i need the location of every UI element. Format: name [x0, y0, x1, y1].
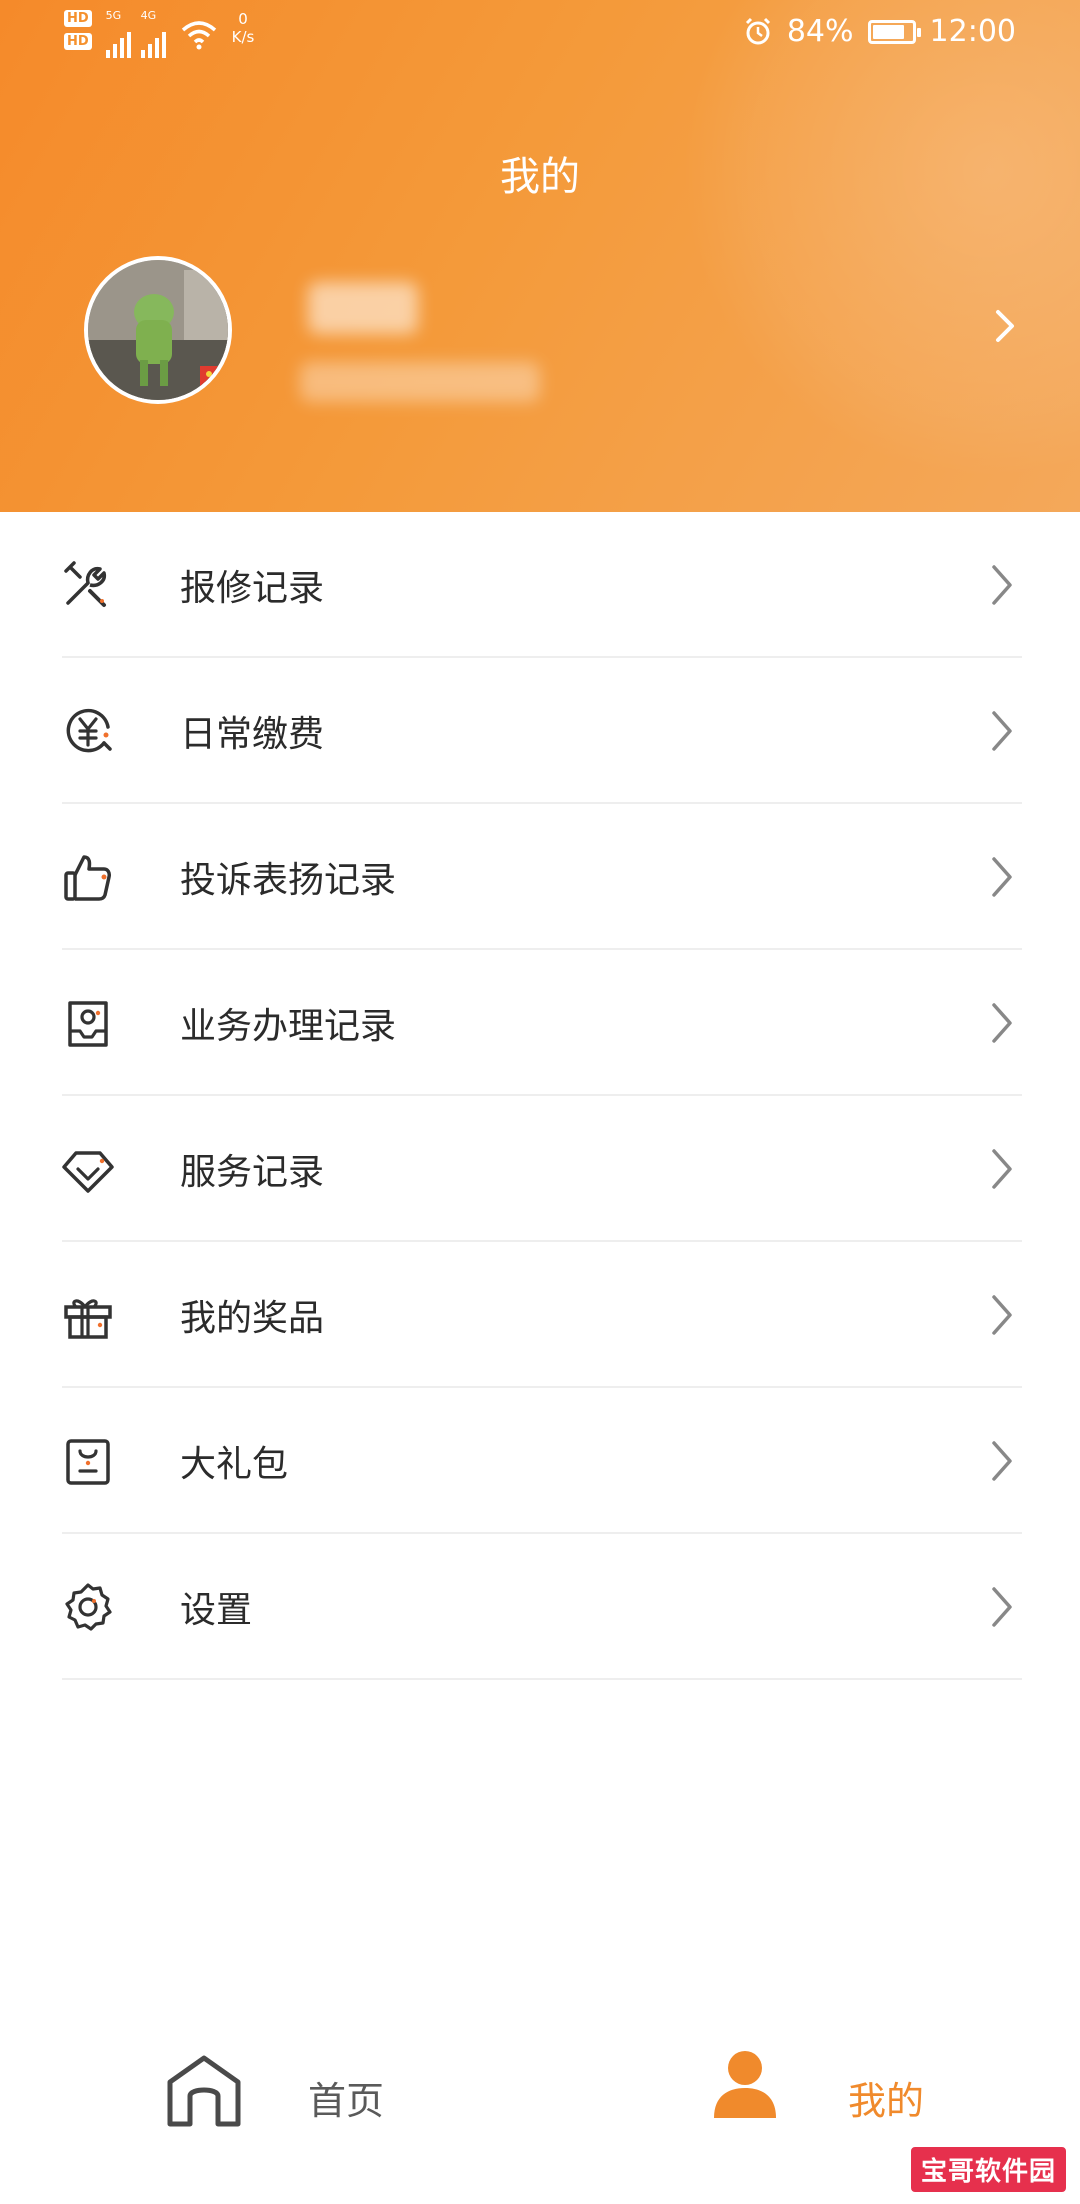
menu-item-settings[interactable]: 设置	[0, 1534, 1080, 1680]
yuan-payment-icon	[66, 708, 112, 753]
speed-unit: K/s	[231, 28, 255, 46]
battery-icon	[867, 19, 921, 44]
divider	[62, 1678, 1022, 1680]
status-time: 12:00	[929, 14, 1016, 49]
tab-home-label: 首页	[308, 2079, 385, 2123]
avatar[interactable]	[84, 256, 232, 404]
alarm-icon	[745, 17, 770, 44]
profile-header: HD HD 5G 4G 0 K/s 84% 12:00 我的	[0, 0, 1080, 512]
menu-item-label: 大礼包	[180, 1444, 289, 1485]
menu-item-label: 日常缴费	[180, 714, 325, 755]
network-label: 4G	[140, 9, 157, 22]
repair-tools-icon	[64, 561, 107, 607]
chevron-right-icon[interactable]	[990, 306, 1020, 346]
gift-icon	[64, 1299, 112, 1339]
menu-item-my-prizes[interactable]: 我的奖品	[0, 1242, 1080, 1388]
bottom-nav: 首页 我的	[0, 2030, 1080, 2150]
menu-item-daily-payment[interactable]: 日常缴费	[0, 658, 1080, 804]
hd-badge: HD	[64, 10, 92, 27]
chevron-right-icon	[992, 1587, 1012, 1627]
status-bar: HD HD 5G 4G 0 K/s 84% 12:00	[0, 0, 1080, 64]
home-icon	[167, 2055, 241, 2127]
page-title: 我的	[500, 154, 580, 200]
wifi-icon	[181, 21, 216, 50]
hd-badge: HD	[64, 33, 92, 50]
tab-mine-label: 我的	[848, 2079, 925, 2123]
service-diamond-icon	[62, 1151, 114, 1193]
battery-percent: 84%	[786, 14, 854, 49]
menu-item-label: 投诉表扬记录	[180, 860, 397, 901]
battery-fill	[872, 24, 905, 39]
speed-value: 0	[238, 10, 248, 28]
watermark: 宝哥软件园	[908, 2145, 1068, 2194]
profile-name	[308, 282, 418, 334]
hd-icon: HD HD	[64, 10, 92, 50]
profile-subtitle	[300, 362, 540, 402]
menu-item-business-records[interactable]: 业务办理记录	[0, 950, 1080, 1096]
menu-item-complaint-records[interactable]: 投诉表扬记录	[0, 804, 1080, 950]
network-label: 5G	[105, 9, 122, 22]
gift-package-icon	[66, 1439, 110, 1485]
menu-item-gift-package[interactable]: 大礼包	[0, 1388, 1080, 1534]
thumbs-up-icon	[64, 855, 111, 901]
gear-icon	[65, 1583, 112, 1631]
chevron-right-icon	[992, 1003, 1012, 1043]
menu-item-label: 服务记录	[180, 1152, 325, 1193]
network-speed: 0 K/s	[232, 10, 255, 46]
menu-item-repair-records[interactable]: 报修记录	[0, 512, 1080, 658]
user-icon	[714, 2051, 776, 2118]
chevron-right-icon	[992, 711, 1012, 751]
menu-item-service-records[interactable]: 服务记录	[0, 1096, 1080, 1242]
chevron-right-icon	[992, 1441, 1012, 1481]
signal-icon: 5G 4G	[105, 9, 166, 58]
avatar-image	[88, 260, 228, 400]
menu-item-label: 业务办理记录	[180, 1006, 397, 1047]
business-record-icon	[68, 1001, 108, 1047]
chevron-right-icon	[992, 1149, 1012, 1189]
menu-item-label: 我的奖品	[180, 1298, 325, 1339]
menu-item-label: 报修记录	[180, 568, 325, 609]
menu-list: 报修记录 日常缴费 投诉表扬记录 业务办理记录 服务记录 我的奖品 大礼包 设置	[0, 512, 1080, 1680]
chevron-right-icon	[992, 1295, 1012, 1335]
chevron-right-icon	[992, 857, 1012, 897]
menu-item-label: 设置	[180, 1590, 253, 1631]
chevron-right-icon	[992, 565, 1012, 605]
